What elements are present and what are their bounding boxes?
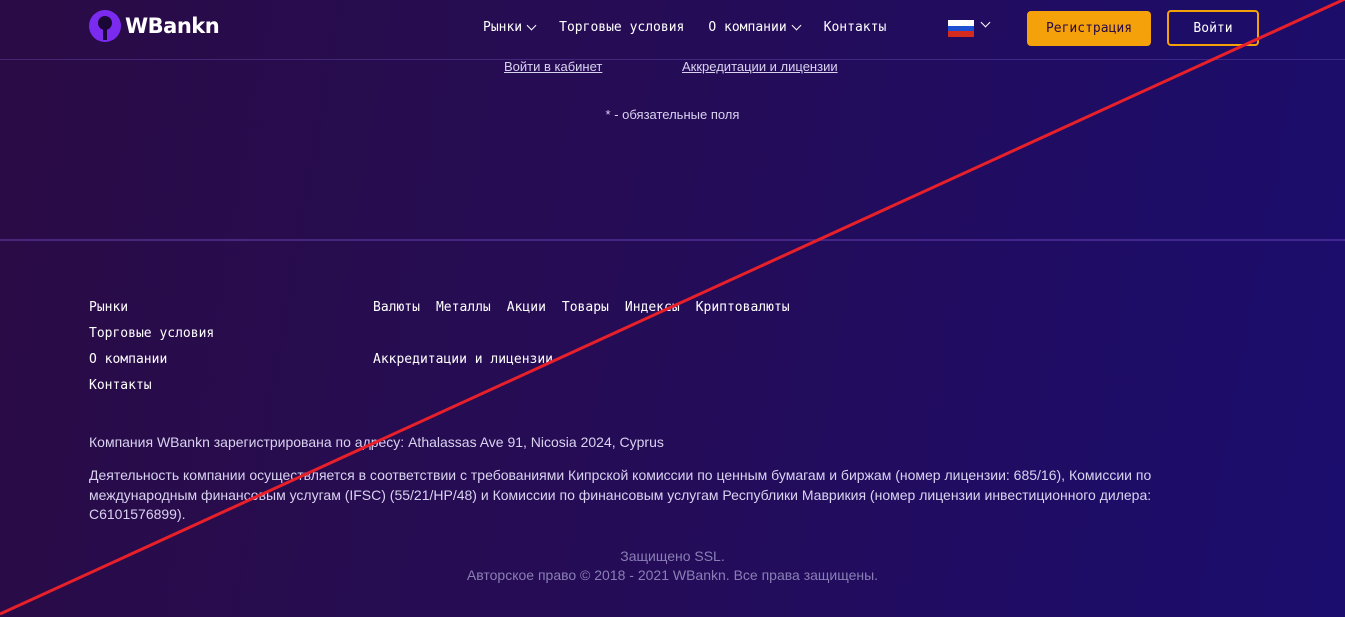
footer-link-accreditation[interactable]: Аккредитации и лицензии xyxy=(373,352,553,367)
logo[interactable]: WBankn xyxy=(89,10,220,42)
ssl-note: Защищено SSL. xyxy=(620,548,725,564)
nav-item-label: Контакты xyxy=(823,20,887,35)
footer-link-crypto[interactable]: Криптовалюты xyxy=(696,300,790,315)
company-address: Компания WBankn зарегистрирована по адре… xyxy=(89,434,664,450)
main-nav: Рынки Торговые условия О компании Контак… xyxy=(483,20,886,35)
accreditation-link[interactable]: Аккредитации и лицензии xyxy=(682,59,838,74)
footer-link-contacts[interactable]: Контакты xyxy=(89,378,214,404)
required-fields-note: * - обязательные поля xyxy=(605,107,740,122)
nav-item-label: Торговые условия xyxy=(559,20,685,35)
nav-item-label: О компании xyxy=(708,20,787,35)
footer-markets: Валюты Металлы Акции Товары Индексы Крип… xyxy=(373,300,790,315)
footer-link-stocks[interactable]: Акции xyxy=(507,300,546,315)
footer-link-currencies[interactable]: Валюты xyxy=(373,300,420,315)
logo-text: WBankn xyxy=(125,14,220,38)
register-button[interactable]: Регистрация xyxy=(1027,11,1151,46)
footer-link-markets[interactable]: Рынки xyxy=(89,300,214,326)
footer-link-trading-conditions[interactable]: Торговые условия xyxy=(89,326,214,352)
cabinet-link[interactable]: Войти в кабинет xyxy=(504,59,602,74)
footer-nav: Рынки Торговые условия О компании Контак… xyxy=(89,300,214,404)
language-chevron-down-icon[interactable] xyxy=(980,17,991,28)
nav-item-contacts[interactable]: Контакты xyxy=(824,20,887,35)
footer-link-about[interactable]: О компании xyxy=(89,352,214,378)
nav-item-markets[interactable]: Рынки xyxy=(483,20,537,35)
chevron-down-icon xyxy=(526,20,537,31)
footer-link-metals[interactable]: Металлы xyxy=(436,300,491,315)
section-divider xyxy=(0,239,1345,241)
nav-item-trading-conditions[interactable]: Торговые условия xyxy=(559,20,684,35)
footer-link-indices[interactable]: Индексы xyxy=(625,300,680,315)
nav-item-label: Рынки xyxy=(483,20,523,35)
license-text: Деятельность компании осуществляется в с… xyxy=(89,467,1152,522)
logo-icon xyxy=(89,10,121,42)
russia-flag-icon[interactable] xyxy=(948,20,974,38)
login-button[interactable]: Войти xyxy=(1167,10,1259,46)
chevron-down-icon xyxy=(791,20,802,31)
copyright: Авторское право © 2018 - 2021 WBankn. Вс… xyxy=(466,567,879,583)
header: WBankn Рынки Торговые условия О компании… xyxy=(0,0,1345,60)
footer-link-commodities[interactable]: Товары xyxy=(562,300,609,315)
nav-item-about[interactable]: О компании xyxy=(708,20,802,35)
